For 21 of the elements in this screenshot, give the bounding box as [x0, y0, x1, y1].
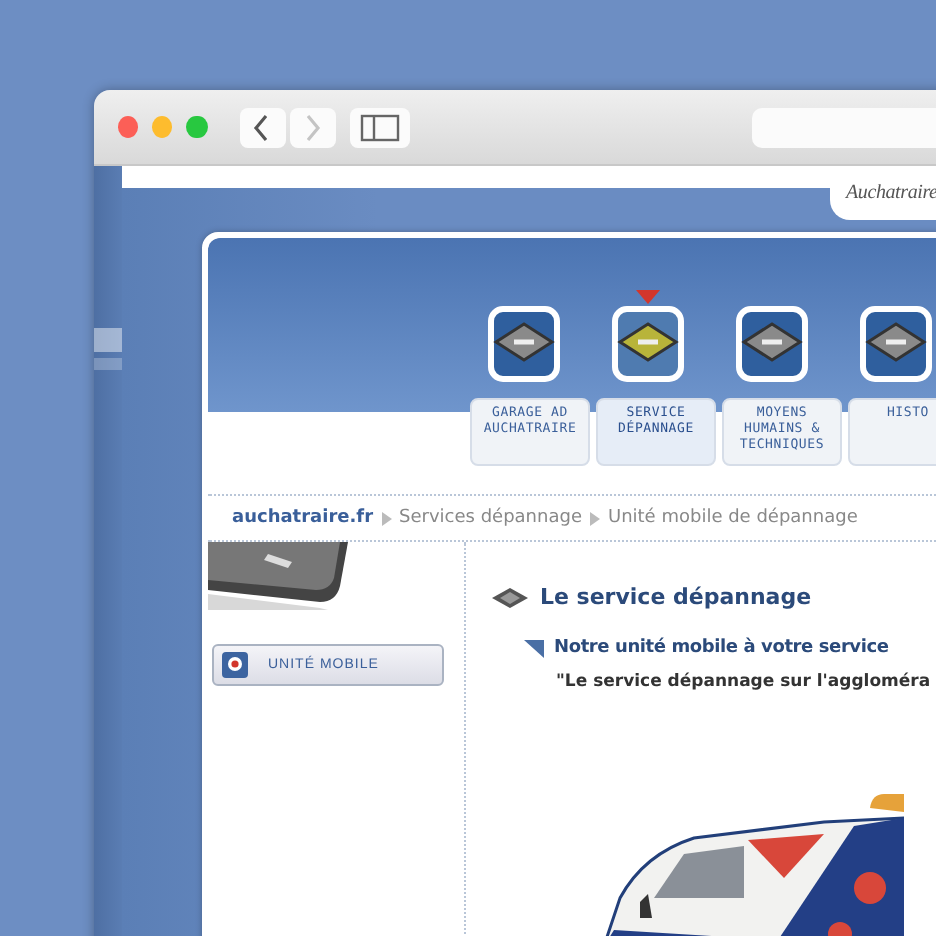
section-heading: Le service dépannage — [540, 584, 812, 610]
back-button[interactable] — [239, 107, 286, 147]
subheading: Notre unité mobile à votre service — [554, 638, 889, 658]
chevron-left-icon — [252, 113, 273, 141]
chevron-right-icon — [302, 113, 323, 141]
badge-icon — [222, 652, 248, 678]
diamond-icon — [492, 587, 528, 607]
address-field[interactable] — [752, 107, 936, 147]
sidebar-icon — [359, 113, 400, 141]
breadcrumb-item: Services dépannage — [399, 508, 582, 528]
breadcrumb-item: Unité mobile de dépannage — [607, 508, 858, 528]
tab-icon[interactable] — [736, 306, 808, 382]
breadcrumb-link[interactable]: auchatraire.fr — [232, 508, 374, 528]
tab-icon[interactable] — [612, 306, 684, 382]
sidebar-button[interactable] — [349, 107, 411, 147]
tab-icon[interactable] — [860, 306, 932, 382]
breadcrumb-arrow-icon — [589, 511, 600, 525]
breadcrumb-arrow-icon — [381, 511, 392, 525]
quote-text: "Le service dépannage sur l'aggloméra — [554, 672, 933, 692]
tab-icon[interactable] — [488, 306, 560, 382]
triangle-icon — [524, 639, 544, 657]
